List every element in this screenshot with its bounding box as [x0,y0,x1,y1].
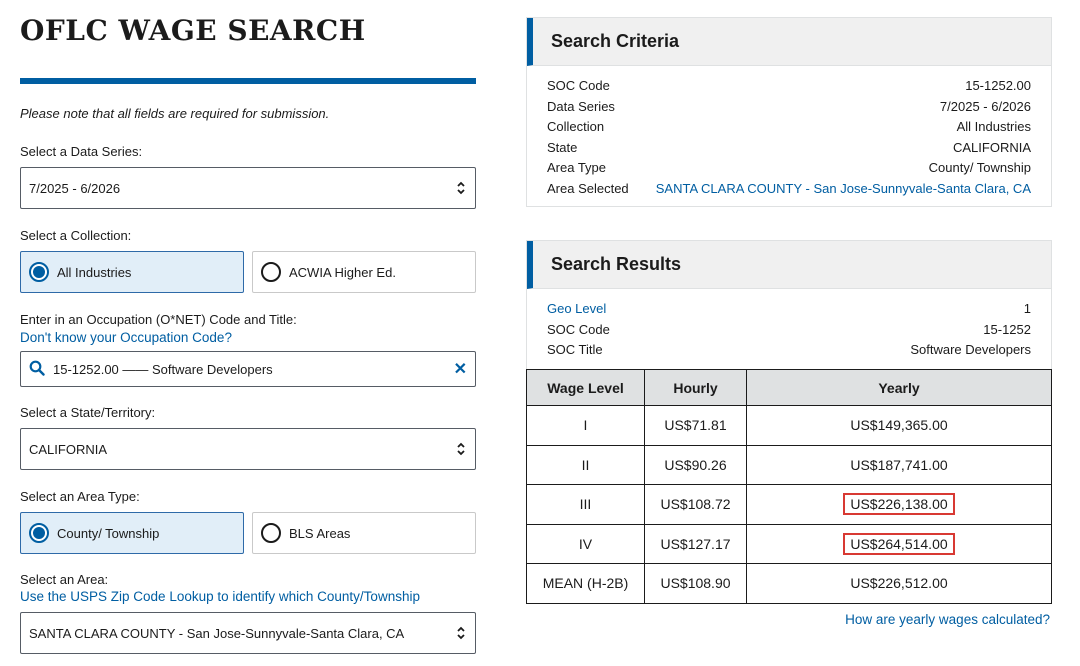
criteria-row: Area Selected SANTA CLARA COUNTY - San Jo… [527,179,1051,200]
data-series-select[interactable]: 7/2025 - 6/2026 [20,167,476,209]
wage-table: Wage Level Hourly Yearly I US$71.81 US$1… [526,369,1052,604]
search-results-title: Search Results [527,241,1051,289]
results-list: Geo Level 1 SOC Code 15-1252 SOC Title Soft… [527,289,1051,361]
table-row: MEAN (H-2B) US$108.90 US$226,512.00 [526,563,1052,604]
radio-unselected-icon [261,523,281,543]
yearly-wage-calc-link[interactable]: How are yearly wages calculated? [845,612,1050,627]
results-row: SOC Code 15-1252 [547,321,1031,337]
area-type-option-bls[interactable]: BLS Areas [252,512,476,554]
state-label: Select a State/Territory: [20,405,156,420]
area-type-option-county[interactable]: County/ Township [20,512,244,554]
column-header: Wage Level [526,369,645,406]
collection-option-acwia[interactable]: ACWIA Higher Ed. [252,251,476,293]
table-row: IV US$127.17 US$264,514.00 [526,523,1052,564]
occupation-value: 15-1252.00 —— Software Developers [53,361,273,377]
criteria-row: Area Type County/ Township [547,160,1031,176]
table-row: II US$90.26 US$187,741.00 [526,444,1052,485]
area-value: SANTA CLARA COUNTY - San Jose-Sunnyvale-… [29,625,405,641]
criteria-row: State CALIFORNIA [547,139,1031,155]
area-select[interactable]: SANTA CLARA COUNTY - San Jose-Sunnyvale-… [20,612,476,654]
select-arrows-icon [455,440,467,458]
title-divider [20,78,476,84]
area-selected-link[interactable]: SANTA CLARA COUNTY - San Jose-Sunnyvale-… [656,179,1031,200]
usps-zip-lookup-link[interactable]: Use the USPS Zip Code Lookup to identify… [20,589,420,604]
criteria-row: Collection All Industries [547,119,1031,135]
geo-level-link[interactable]: Geo Level [547,299,606,320]
collection-option-all-industries[interactable]: All Industries [20,251,244,293]
area-type-option-label: County/ Township [57,525,160,541]
select-arrows-icon [455,624,467,642]
area-type-option-label: BLS Areas [289,525,351,541]
occupation-search-input[interactable]: 15-1252.00 —— Software Developers ✕ [20,351,476,387]
results-row: SOC Title Software Developers [547,342,1031,358]
column-header: Yearly [746,369,1052,406]
required-note: Please note that all fields are required… [20,106,330,121]
results-row: Geo Level 1 [527,299,1051,320]
table-header-row: Wage Level Hourly Yearly [526,369,1052,406]
occupation-label: Enter in an Occupation (O*NET) Code and … [20,312,297,327]
radio-selected-icon [29,262,49,282]
search-criteria-panel: Search Criteria SOC Code 15-1252.00 Data … [526,17,1052,207]
area-type-label: Select an Area Type: [20,489,140,504]
criteria-row: SOC Code 15-1252.00 [547,78,1031,93]
select-arrows-icon [455,179,467,197]
radio-unselected-icon [261,262,281,282]
data-series-label: Select a Data Series: [20,144,143,159]
collection-label: Select a Collection: [20,228,132,243]
close-icon[interactable]: ✕ [454,359,467,379]
state-value: CALIFORNIA [29,441,108,457]
table-row: III US$108.72 US$226,138.00 [526,484,1052,525]
radio-selected-icon [29,523,49,543]
area-label: Select an Area: [20,572,109,587]
data-series-value: 7/2025 - 6/2026 [29,180,121,196]
search-criteria-title: Search Criteria [527,18,1051,66]
state-select[interactable]: CALIFORNIA [20,428,476,470]
collection-option-label: All Industries [57,264,132,280]
highlighted-yearly-wage: US$226,138.00 [843,493,955,516]
highlighted-yearly-wage: US$264,514.00 [843,532,955,555]
criteria-list: SOC Code 15-1252.00 Data Series 7/2025 - 6… [527,66,1051,200]
occupation-code-help-link[interactable]: Don't know your Occupation Code? [20,330,232,345]
collection-option-label: ACWIA Higher Ed. [289,264,396,280]
search-icon [29,360,45,379]
search-results-panel: Search Results Geo Level 1 SOC Code 15-125… [526,240,1052,370]
column-header: Hourly [644,369,747,406]
table-row: I US$71.81 US$149,365.00 [526,405,1052,446]
page-title: OFLC WAGE SEARCH [20,14,366,47]
criteria-row: Data Series 7/2025 - 6/2026 [547,98,1031,114]
